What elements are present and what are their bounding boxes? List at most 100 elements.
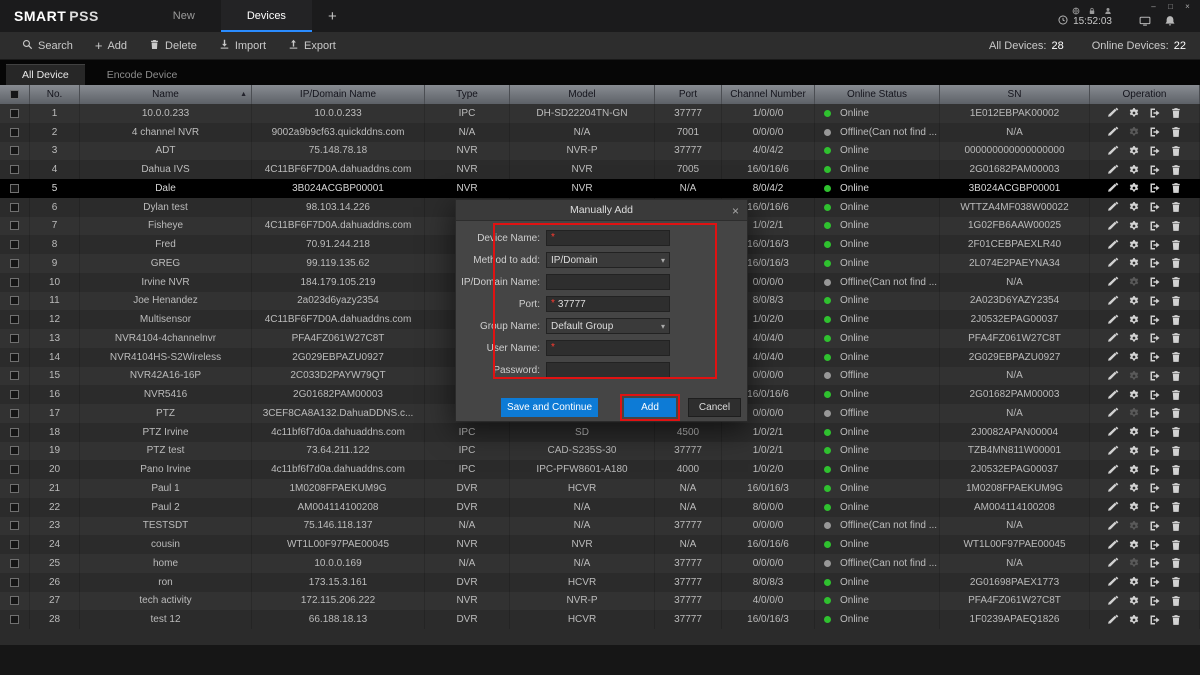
bell-icon[interactable] — [1164, 14, 1176, 32]
delete-device-icon[interactable] — [1170, 464, 1182, 476]
row-checkbox[interactable] — [10, 371, 19, 380]
logout-device-icon[interactable] — [1149, 126, 1161, 138]
config-gear-icon[interactable] — [1128, 407, 1140, 419]
logout-device-icon[interactable] — [1149, 182, 1161, 194]
edit-icon[interactable] — [1107, 276, 1119, 288]
logout-device-icon[interactable] — [1149, 557, 1161, 569]
add-device-button[interactable]: + Add — [95, 40, 127, 52]
row-checkbox[interactable] — [10, 203, 19, 212]
table-row[interactable]: 21Paul 11M0208FPAEKUM9GDVRHCVRN/A16/0/16… — [0, 479, 1200, 498]
logout-device-icon[interactable] — [1149, 201, 1161, 213]
delete-device-icon[interactable] — [1170, 332, 1182, 344]
logout-device-icon[interactable] — [1149, 239, 1161, 251]
device-name-input[interactable]: * — [546, 230, 670, 246]
row-checkbox[interactable] — [10, 409, 19, 418]
table-row[interactable]: 110.0.0.23310.0.0.233IPCDH-SD22204TN-GN3… — [0, 104, 1200, 123]
cell-checkbox[interactable] — [0, 460, 30, 479]
cell-checkbox[interactable] — [0, 535, 30, 554]
config-gear-icon[interactable] — [1128, 595, 1140, 607]
table-row[interactable]: 27tech activity172.115.206.222NVRNVR-P37… — [0, 592, 1200, 611]
row-checkbox[interactable] — [10, 446, 19, 455]
logout-device-icon[interactable] — [1149, 370, 1161, 382]
table-row[interactable]: 25home10.0.0.169N/AN/A377770/0/0/0Offlin… — [0, 554, 1200, 573]
cell-checkbox[interactable] — [0, 160, 30, 179]
row-checkbox[interactable] — [10, 390, 19, 399]
logout-device-icon[interactable] — [1149, 407, 1161, 419]
config-gear-icon[interactable] — [1128, 201, 1140, 213]
delete-device-icon[interactable] — [1170, 314, 1182, 326]
config-gear-icon[interactable] — [1128, 182, 1140, 194]
tab-devices[interactable]: Devices — [221, 0, 312, 32]
config-gear-icon[interactable] — [1128, 557, 1140, 569]
logout-device-icon[interactable] — [1149, 332, 1161, 344]
edit-icon[interactable] — [1107, 295, 1119, 307]
header-no[interactable]: No. — [30, 85, 80, 104]
config-gear-icon[interactable] — [1128, 332, 1140, 344]
config-gear-icon[interactable] — [1128, 464, 1140, 476]
edit-icon[interactable] — [1107, 520, 1119, 532]
config-gear-icon[interactable] — [1128, 126, 1140, 138]
delete-device-icon[interactable] — [1170, 107, 1182, 119]
config-gear-icon[interactable] — [1128, 426, 1140, 438]
table-row[interactable]: 26ron173.15.3.161DVRHCVR377778/0/8/3Onli… — [0, 573, 1200, 592]
edit-icon[interactable] — [1107, 482, 1119, 494]
logout-device-icon[interactable] — [1149, 445, 1161, 457]
delete-device-icon[interactable] — [1170, 295, 1182, 307]
row-checkbox[interactable] — [10, 484, 19, 493]
password-input[interactable] — [546, 362, 670, 378]
group-name-select[interactable]: Default Group▾ — [546, 318, 670, 334]
ip-domain-name-input[interactable] — [546, 274, 670, 290]
row-checkbox[interactable] — [10, 521, 19, 530]
config-gear-icon[interactable] — [1128, 164, 1140, 176]
port-input[interactable]: *37777 — [546, 296, 670, 312]
delete-device-icon[interactable] — [1170, 445, 1182, 457]
row-checkbox[interactable] — [10, 428, 19, 437]
edit-icon[interactable] — [1107, 239, 1119, 251]
cell-checkbox[interactable] — [0, 254, 30, 273]
delete-device-icon[interactable] — [1170, 614, 1182, 626]
cell-checkbox[interactable] — [0, 385, 30, 404]
edit-icon[interactable] — [1107, 182, 1119, 194]
cell-checkbox[interactable] — [0, 498, 30, 517]
logout-device-icon[interactable] — [1149, 501, 1161, 513]
cell-checkbox[interactable] — [0, 329, 30, 348]
select-all-checkbox[interactable] — [10, 90, 19, 99]
delete-device-icon[interactable] — [1170, 201, 1182, 213]
edit-icon[interactable] — [1107, 576, 1119, 588]
delete-device-icon[interactable] — [1170, 239, 1182, 251]
table-row[interactable]: 23TESTSDT75.146.118.137N/AN/A377770/0/0/… — [0, 517, 1200, 536]
table-row[interactable]: 5Dale3B024ACGBP00001NVRNVRN/A8/0/4/2Onli… — [0, 179, 1200, 198]
header-select-all[interactable] — [0, 85, 30, 104]
delete-device-icon[interactable] — [1170, 182, 1182, 194]
logout-device-icon[interactable] — [1149, 482, 1161, 494]
edit-icon[interactable] — [1107, 332, 1119, 344]
cell-checkbox[interactable] — [0, 423, 30, 442]
logout-device-icon[interactable] — [1149, 389, 1161, 401]
edit-icon[interactable] — [1107, 595, 1119, 607]
header-sn[interactable]: SN — [940, 85, 1090, 104]
delete-device-icon[interactable] — [1170, 520, 1182, 532]
row-checkbox[interactable] — [10, 259, 19, 268]
cell-checkbox[interactable] — [0, 273, 30, 292]
logout-device-icon[interactable] — [1149, 314, 1161, 326]
logout-device-icon[interactable] — [1149, 539, 1161, 551]
config-gear-icon[interactable] — [1128, 482, 1140, 494]
config-gear-icon[interactable] — [1128, 445, 1140, 457]
table-row[interactable]: 19PTZ test73.64.211.122IPCCAD-S235S-3037… — [0, 442, 1200, 461]
config-gear-icon[interactable] — [1128, 576, 1140, 588]
logout-device-icon[interactable] — [1149, 351, 1161, 363]
cancel-button[interactable]: Cancel — [688, 398, 741, 417]
logout-device-icon[interactable] — [1149, 107, 1161, 119]
cell-checkbox[interactable] — [0, 179, 30, 198]
table-row[interactable]: 20Pano Irvine4c11bf6f7d0a.dahuaddns.comI… — [0, 460, 1200, 479]
cell-checkbox[interactable] — [0, 142, 30, 161]
row-checkbox[interactable] — [10, 353, 19, 362]
edit-icon[interactable] — [1107, 126, 1119, 138]
row-checkbox[interactable] — [10, 146, 19, 155]
maximize-button[interactable]: □ — [1162, 0, 1179, 13]
row-checkbox[interactable] — [10, 221, 19, 230]
logout-device-icon[interactable] — [1149, 595, 1161, 607]
cell-checkbox[interactable] — [0, 610, 30, 629]
table-row[interactable]: 28test 1266.188.18.13DVRHCVR3777716/0/16… — [0, 610, 1200, 629]
table-row[interactable]: 22Paul 2AM004114100208DVRN/AN/A8/0/0/0On… — [0, 498, 1200, 517]
